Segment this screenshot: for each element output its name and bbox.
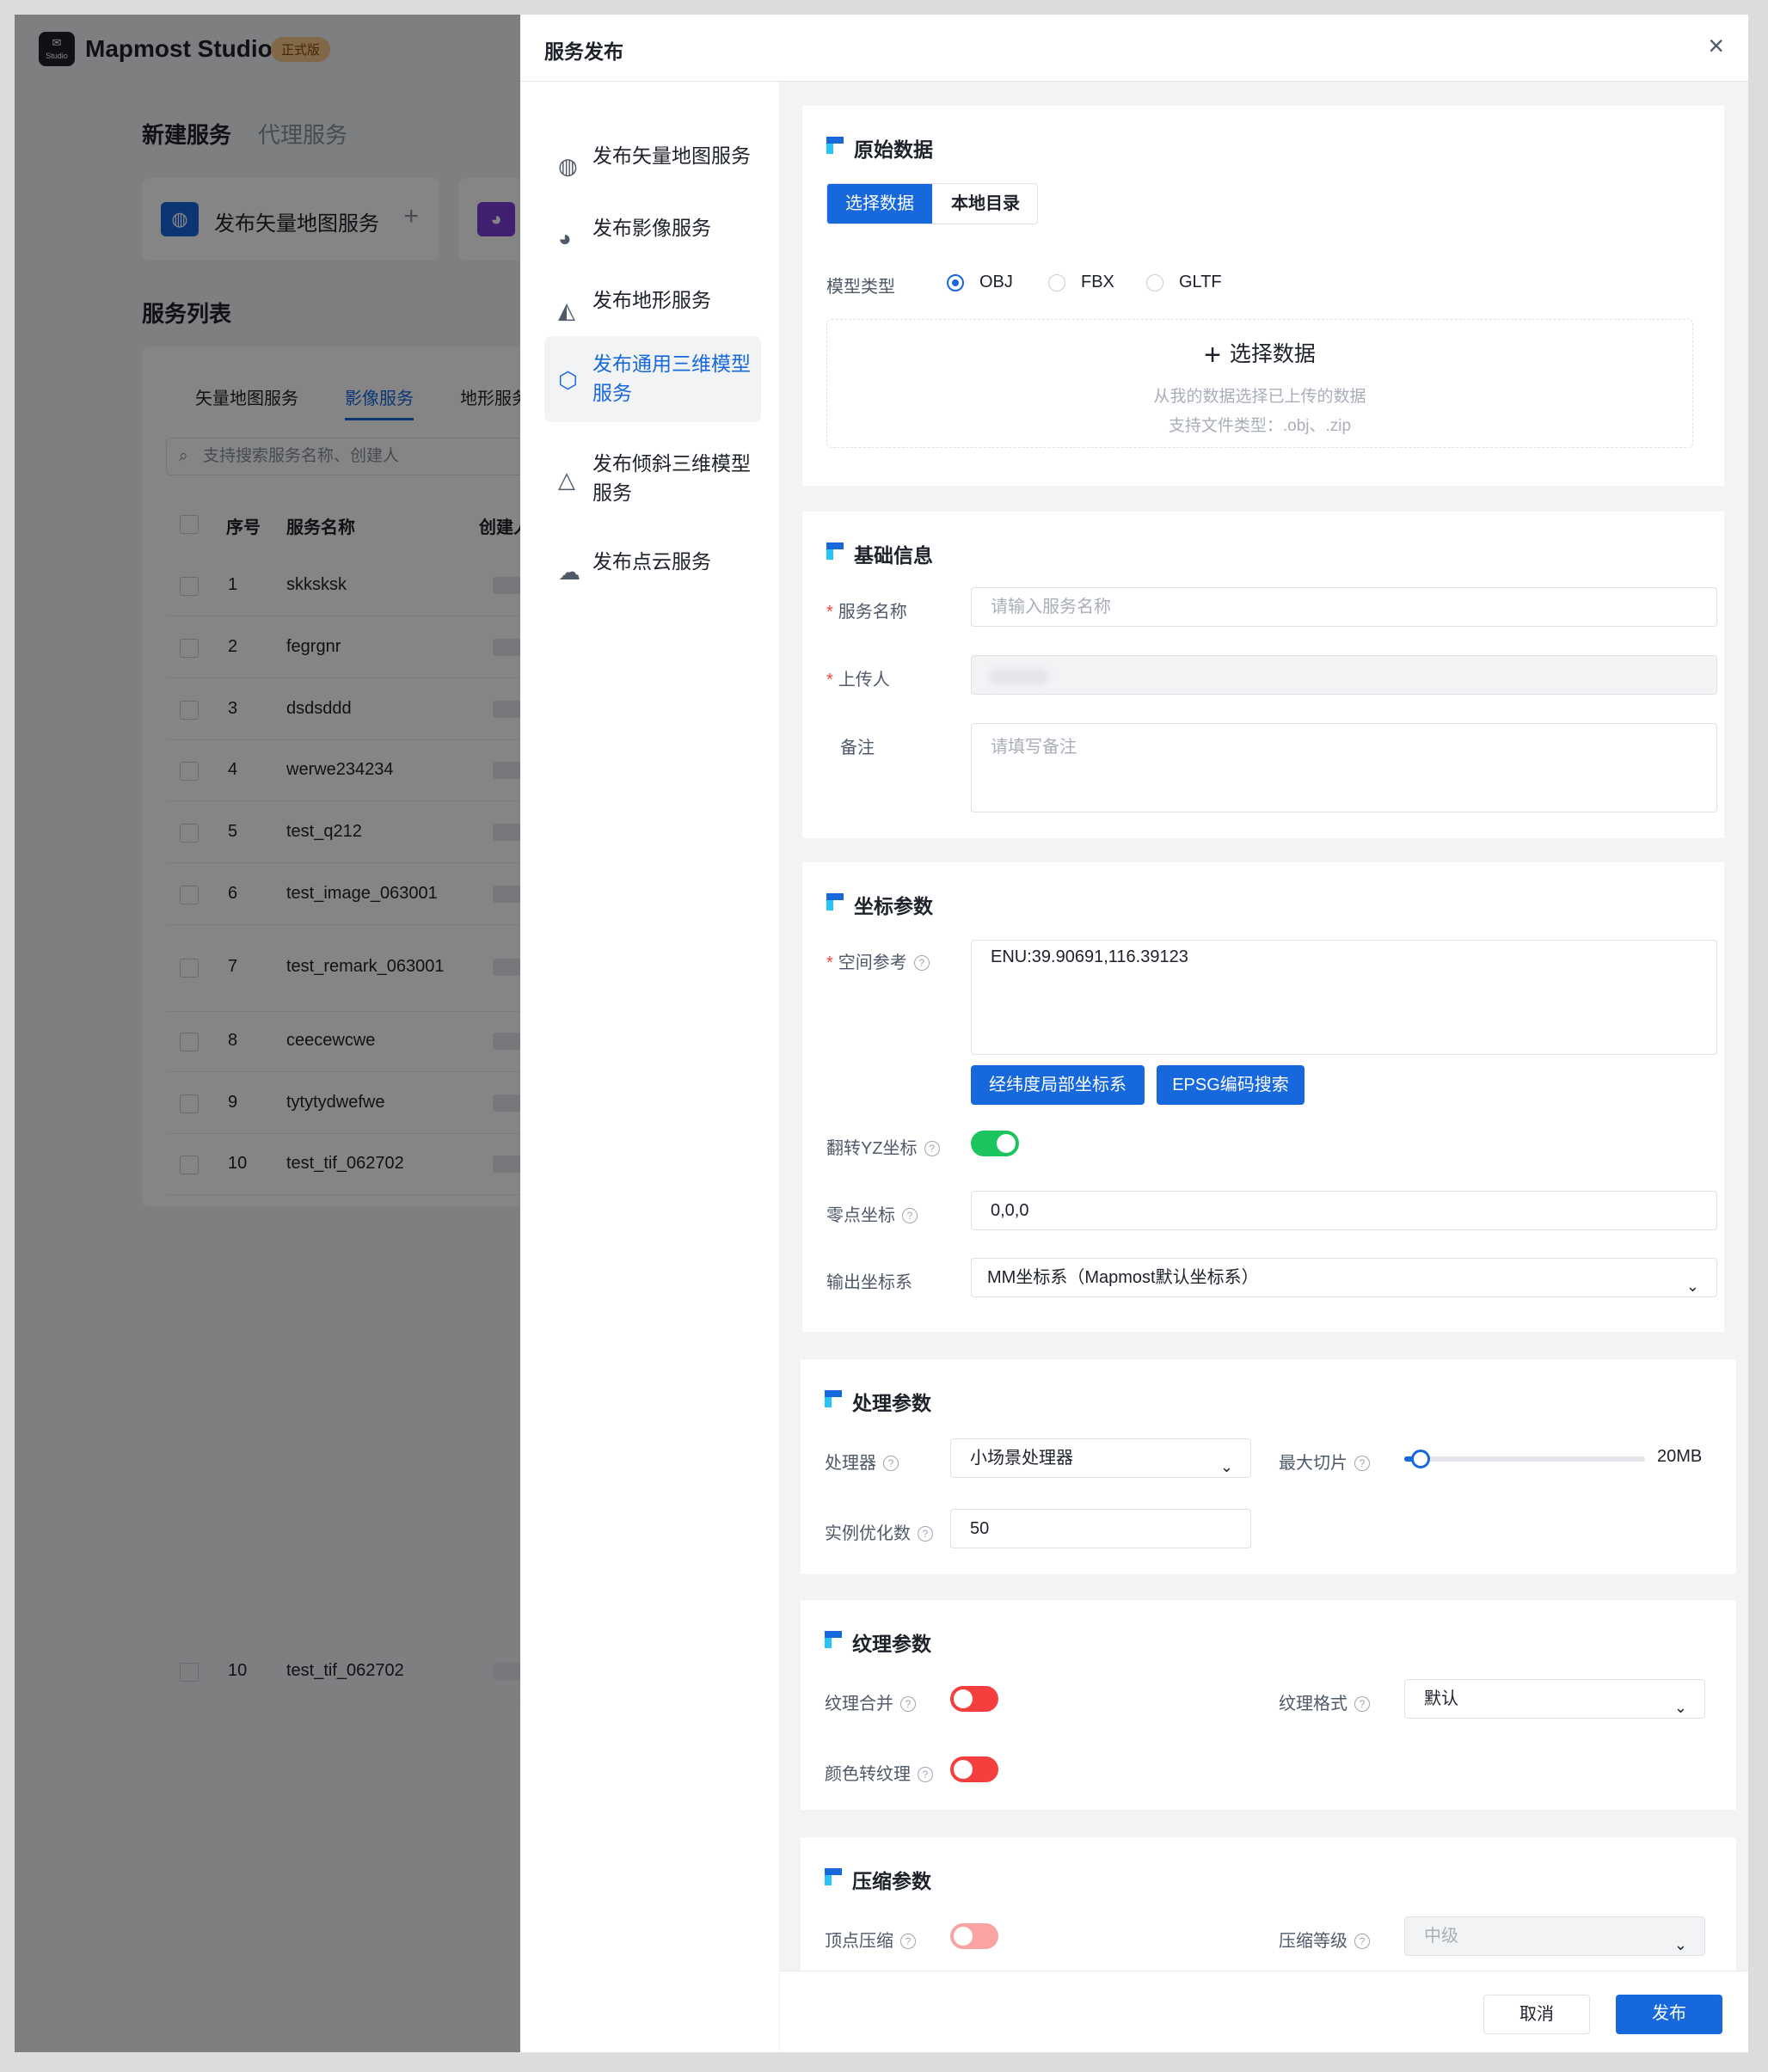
publish-button[interactable]: 发布 [1616,1995,1722,2034]
color-to-texture-label: 颜色转纹理? [825,1760,933,1785]
local-coord-button[interactable]: 经纬度局部坐标系 [971,1065,1145,1105]
section-title-coordinate: 坐标参数 [826,890,933,919]
panel-compression: 压缩参数 顶点压缩? 压缩等级? 中级 ⌄ [801,1837,1736,1971]
panel-basic-info: 基础信息 * 服务名称 请输入服务名称 * 上传人 备注 请填写备注 [802,512,1724,838]
output-crs-label: 输出坐标系 [826,1273,912,1292]
instance-opt-label: 实例优化数? [825,1519,933,1544]
help-icon: ? [924,1141,940,1156]
remark-textarea[interactable]: 请填写备注 [971,723,1717,812]
select-data-dropzone[interactable]: + 选择数据 从我的数据选择已上传的数据 支持文件类型：.obj、.zip [826,319,1693,448]
earth-icon: ◕ [558,225,572,251]
dropzone-title: 选择数据 [1229,342,1316,366]
origin-label: 零点坐标? [826,1201,918,1226]
plus-icon: + [1204,339,1221,371]
srs-textarea[interactable]: ENU:39.90691,116.39123 [971,940,1717,1055]
close-icon[interactable]: × [1708,30,1724,62]
section-marker-icon [825,1631,842,1648]
nav-point-cloud-service[interactable]: ☁ 发布点云服务 [544,537,761,585]
service-type-nav: ◍ 发布矢量地图服务 ◕ 发布影像服务 ◭ 发布地形服务 ⬡ 发布通用三维模型服务 △ 发… [520,82,780,2052]
section-title-raw-data: 原始数据 [826,133,933,162]
chevron-down-icon: ⌄ [1219,1458,1233,1475]
chevron-down-icon: ⌄ [1673,1699,1687,1716]
globe-icon: ◍ [558,153,578,179]
nav-vector-service[interactable]: ◍ 发布矢量地图服务 [544,132,761,180]
nav-oblique-model-service[interactable]: △ 发布倾斜三维模型服务 [544,436,761,522]
section-marker-icon [826,137,844,154]
dropzone-hint: 从我的数据选择已上传的数据 [1153,388,1366,406]
nav-3d-model-service[interactable]: ⬡ 发布通用三维模型服务 [544,336,761,422]
help-icon: ? [918,1526,933,1542]
nav-terrain-service[interactable]: ◭ 发布地形服务 [544,276,761,324]
panel-processing: 处理参数 处理器? 小场景处理器 ⌄ 最大切片? 20MB 实例优化数? 50 [801,1359,1736,1574]
texture-format-select[interactable]: 默认 ⌄ [1404,1679,1705,1719]
max-tile-label: 最大切片? [1279,1449,1370,1474]
texture-merge-toggle[interactable] [950,1686,998,1712]
remark-label: 备注 [840,739,875,757]
output-crs-select[interactable]: MM坐标系（Mapmost默认坐标系） ⌄ [971,1258,1717,1297]
pyramid-icon: △ [558,467,575,493]
seg-select-data[interactable]: 选择数据 [827,184,932,224]
uploader-input [971,655,1717,695]
texture-merge-label: 纹理合并? [825,1689,916,1714]
help-icon: ? [902,1208,918,1223]
cube-icon: ⬡ [558,367,578,393]
section-marker-icon [826,893,844,910]
mountain-icon: ◭ [558,297,575,323]
max-tile-slider[interactable] [1404,1450,1645,1468]
max-tile-value: 20MB [1657,1447,1703,1466]
flip-yz-toggle[interactable] [971,1131,1019,1156]
section-title-basic: 基础信息 [826,539,933,568]
seg-local-dir[interactable]: 本地目录 [932,184,1037,224]
service-name-input[interactable]: 请输入服务名称 [971,587,1717,627]
help-icon: ? [918,1767,933,1782]
help-icon: ? [900,1696,916,1712]
vertex-compress-label: 顶点压缩? [825,1927,916,1952]
section-title-compression: 压缩参数 [825,1865,931,1894]
dropzone-filetypes: 支持文件类型：.obj、.zip [1168,417,1352,435]
section-marker-icon [826,543,844,560]
panel-coordinate: 坐标参数 * 空间参考? ENU:39.90691,116.39123 经纬度局部… [802,862,1724,1332]
service-name-label: * 服务名称 [826,603,907,622]
origin-input[interactable]: 0,0,0 [971,1191,1717,1230]
compress-level-label: 压缩等级? [1279,1927,1370,1952]
help-icon: ? [883,1456,899,1471]
model-type-label: 模型类型 [826,278,895,297]
uploader-label: * 上传人 [826,671,890,690]
compress-level-select: 中级 ⌄ [1404,1916,1705,1956]
section-title-processing: 处理参数 [825,1387,931,1416]
help-icon: ? [1354,1456,1370,1471]
chevron-down-icon: ⌄ [1673,1936,1687,1953]
cancel-button[interactable]: 取消 [1483,1995,1590,2034]
modal-title: 服务发布 [544,40,623,63]
help-icon: ? [913,955,930,971]
panel-raw-data: 原始数据 选择数据 本地目录 模型类型 OBJ FBX GLTF + 选择数据 从… [802,106,1724,486]
epsg-search-button[interactable]: EPSG编码搜索 [1157,1065,1305,1105]
help-icon: ? [1354,1934,1370,1949]
instance-opt-input[interactable]: 50 [950,1509,1251,1548]
section-marker-icon [825,1390,842,1407]
srs-label: * 空间参考? [826,948,930,973]
publish-modal: 服务发布 × ◍ 发布矢量地图服务 ◕ 发布影像服务 ◭ 发布地形服务 ⬡ 发布通用三维… [520,15,1748,2052]
color-to-texture-toggle[interactable] [950,1756,998,1782]
slider-handle[interactable] [1411,1450,1430,1468]
modal-header: 服务发布 × [520,15,1748,82]
texture-format-label: 纹理格式? [1279,1689,1370,1714]
chevron-down-icon: ⌄ [1685,1278,1699,1295]
vertex-compress-toggle[interactable] [950,1923,998,1949]
processor-select[interactable]: 小场景处理器 ⌄ [950,1438,1251,1478]
flip-yz-label: 翻转YZ坐标? [826,1134,940,1159]
help-icon: ? [900,1934,916,1949]
form-content: 原始数据 选择数据 本地目录 模型类型 OBJ FBX GLTF + 选择数据 从… [780,82,1748,1971]
section-title-texture: 纹理参数 [825,1628,931,1657]
processor-label: 处理器? [825,1449,899,1474]
cloud-icon: ☁ [558,559,580,585]
modal-footer: 取消 发布 [780,1971,1748,2052]
nav-image-service[interactable]: ◕ 发布影像服务 [544,204,761,252]
section-marker-icon [825,1868,842,1885]
panel-texture: 纹理参数 纹理合并? 纹理格式? 默认 ⌄ 颜色转纹理? [801,1600,1736,1810]
help-icon: ? [1354,1696,1370,1712]
data-source-segment: 选择数据 本地目录 [826,183,1038,224]
